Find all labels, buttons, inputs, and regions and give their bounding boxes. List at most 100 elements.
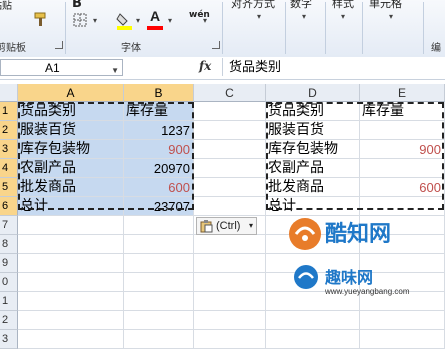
cells-dropdown-icon[interactable]: ▾ — [389, 12, 393, 21]
cell-b10[interactable] — [124, 273, 194, 292]
cell-c9[interactable] — [194, 254, 266, 273]
cell-c8[interactable] — [194, 235, 266, 254]
cell-b12[interactable] — [124, 311, 194, 330]
cell-c4[interactable] — [194, 159, 266, 178]
cell-c13[interactable] — [194, 330, 266, 349]
name-box-value: A1 — [45, 61, 60, 75]
cell-e1[interactable]: 库存量 — [360, 102, 445, 121]
cell-a11[interactable] — [18, 292, 124, 311]
cell-a6[interactable]: 总计 — [18, 197, 124, 216]
row-header[interactable]: 2 — [0, 311, 18, 330]
cell-b5[interactable]: 600 — [124, 178, 194, 197]
cell-a2[interactable]: 服装百货 — [18, 121, 124, 140]
styles-dropdown-icon[interactable]: ▾ — [341, 12, 345, 21]
cell-c5[interactable] — [194, 178, 266, 197]
clipboard-group-label: 剪贴板 — [0, 43, 26, 54]
cell-d5[interactable]: 批发商品 — [266, 178, 360, 197]
row-header[interactable]: 1 — [0, 102, 18, 121]
cell-e3[interactable]: 900 — [360, 140, 445, 159]
cell-e4[interactable] — [360, 159, 445, 178]
fill-color-icon[interactable] — [116, 10, 134, 30]
watermark: 酷知网 趣味网 www.yueyangbang.com — [285, 212, 445, 313]
cell-e13[interactable] — [360, 330, 445, 349]
row-header[interactable]: 5 — [0, 178, 18, 197]
row-header[interactable]: 4 — [0, 159, 18, 178]
row-header[interactable]: 8 — [0, 235, 18, 254]
row-header[interactable]: 9 — [0, 254, 18, 273]
cell-a7[interactable] — [18, 216, 124, 235]
styles-button[interactable]: 样式 — [332, 0, 354, 11]
cell-b2[interactable]: 1237 — [124, 121, 194, 140]
cell-c12[interactable] — [194, 311, 266, 330]
row-header[interactable]: 3 — [0, 140, 18, 159]
cell-c6[interactable] — [194, 197, 266, 216]
cell-a4[interactable]: 农副产品 — [18, 159, 124, 178]
row-header[interactable]: 3 — [0, 330, 18, 349]
select-all-corner[interactable] — [0, 84, 18, 102]
cell-a12[interactable] — [18, 311, 124, 330]
cell-b3[interactable]: 900 — [124, 140, 194, 159]
clipboard-launcher-icon[interactable] — [55, 41, 63, 49]
row-header[interactable]: 1 — [0, 292, 18, 311]
paste-button[interactable]: 粘贴 — [0, 0, 12, 12]
number-dropdown-icon[interactable]: ▾ — [302, 12, 306, 21]
cell-a3[interactable]: 库存包装物 — [18, 140, 124, 159]
cell-b8[interactable] — [124, 235, 194, 254]
row-header[interactable]: 0 — [0, 273, 18, 292]
cell-c11[interactable] — [194, 292, 266, 311]
cell-e12[interactable] — [360, 311, 445, 330]
cells-button[interactable]: 单元格 — [369, 0, 402, 11]
cell-d1[interactable]: 货品类别 — [266, 102, 360, 121]
bold-icon[interactable]: B — [72, 0, 82, 11]
paste-options-button[interactable]: (Ctrl) ▾ — [196, 217, 257, 235]
border-dropdown-icon[interactable]: ▾ — [93, 16, 97, 25]
border-icon[interactable] — [73, 13, 89, 27]
alignment-dropdown-icon[interactable]: ▾ — [257, 12, 261, 21]
row-header[interactable]: 2 — [0, 121, 18, 140]
cell-b7[interactable] — [124, 216, 194, 235]
cell-a1[interactable]: 货品类别 — [18, 102, 124, 121]
format-painter-icon[interactable] — [33, 11, 49, 27]
row-header[interactable]: 6 — [0, 197, 18, 216]
font-color-icon[interactable]: A — [150, 8, 160, 24]
cell-d13[interactable] — [266, 330, 360, 349]
cell-b11[interactable] — [124, 292, 194, 311]
cell-a5[interactable]: 批发商品 — [18, 178, 124, 197]
insert-function-icon[interactable]: fx — [199, 59, 211, 73]
cell-b4[interactable]: 20970 — [124, 159, 194, 178]
column-header-b[interactable]: B — [124, 84, 194, 102]
formula-input[interactable]: 货品类别 — [222, 58, 445, 76]
phonetic-dropdown-icon[interactable]: ▾ — [203, 16, 207, 25]
font-launcher-icon[interactable] — [212, 41, 220, 49]
cell-c1[interactable] — [194, 102, 266, 121]
cell-b9[interactable] — [124, 254, 194, 273]
font-color-dropdown-icon[interactable]: ▾ — [168, 16, 172, 25]
cell-a9[interactable] — [18, 254, 124, 273]
row-header[interactable]: 7 — [0, 216, 18, 235]
column-header-c[interactable]: C — [194, 84, 266, 102]
cell-c2[interactable] — [194, 121, 266, 140]
cell-d12[interactable] — [266, 311, 360, 330]
cell-a10[interactable] — [18, 273, 124, 292]
cell-e2[interactable] — [360, 121, 445, 140]
name-box[interactable]: A1 ▼ — [0, 59, 123, 76]
cell-d2[interactable]: 服装百货 — [266, 121, 360, 140]
column-header-a[interactable]: A — [18, 84, 124, 102]
name-box-dropdown-icon[interactable]: ▼ — [111, 62, 119, 79]
column-header-d[interactable]: D — [266, 84, 360, 102]
column-header-e[interactable]: E — [360, 84, 445, 102]
editing-group-label: 编 — [431, 43, 441, 54]
alignment-button[interactable]: 对齐方式 — [231, 0, 275, 11]
cell-c10[interactable] — [194, 273, 266, 292]
cell-c3[interactable] — [194, 140, 266, 159]
cell-b6[interactable]: 23707 — [124, 197, 194, 216]
cell-a13[interactable] — [18, 330, 124, 349]
cell-a8[interactable] — [18, 235, 124, 254]
fill-dropdown-icon[interactable]: ▾ — [136, 16, 140, 25]
cell-b13[interactable] — [124, 330, 194, 349]
cell-b1[interactable]: 库存量 — [124, 102, 194, 121]
number-button[interactable]: 数字 — [290, 0, 312, 11]
cell-e5[interactable]: 600 — [360, 178, 445, 197]
cell-d4[interactable]: 农副产品 — [266, 159, 360, 178]
cell-d3[interactable]: 库存包装物 — [266, 140, 360, 159]
